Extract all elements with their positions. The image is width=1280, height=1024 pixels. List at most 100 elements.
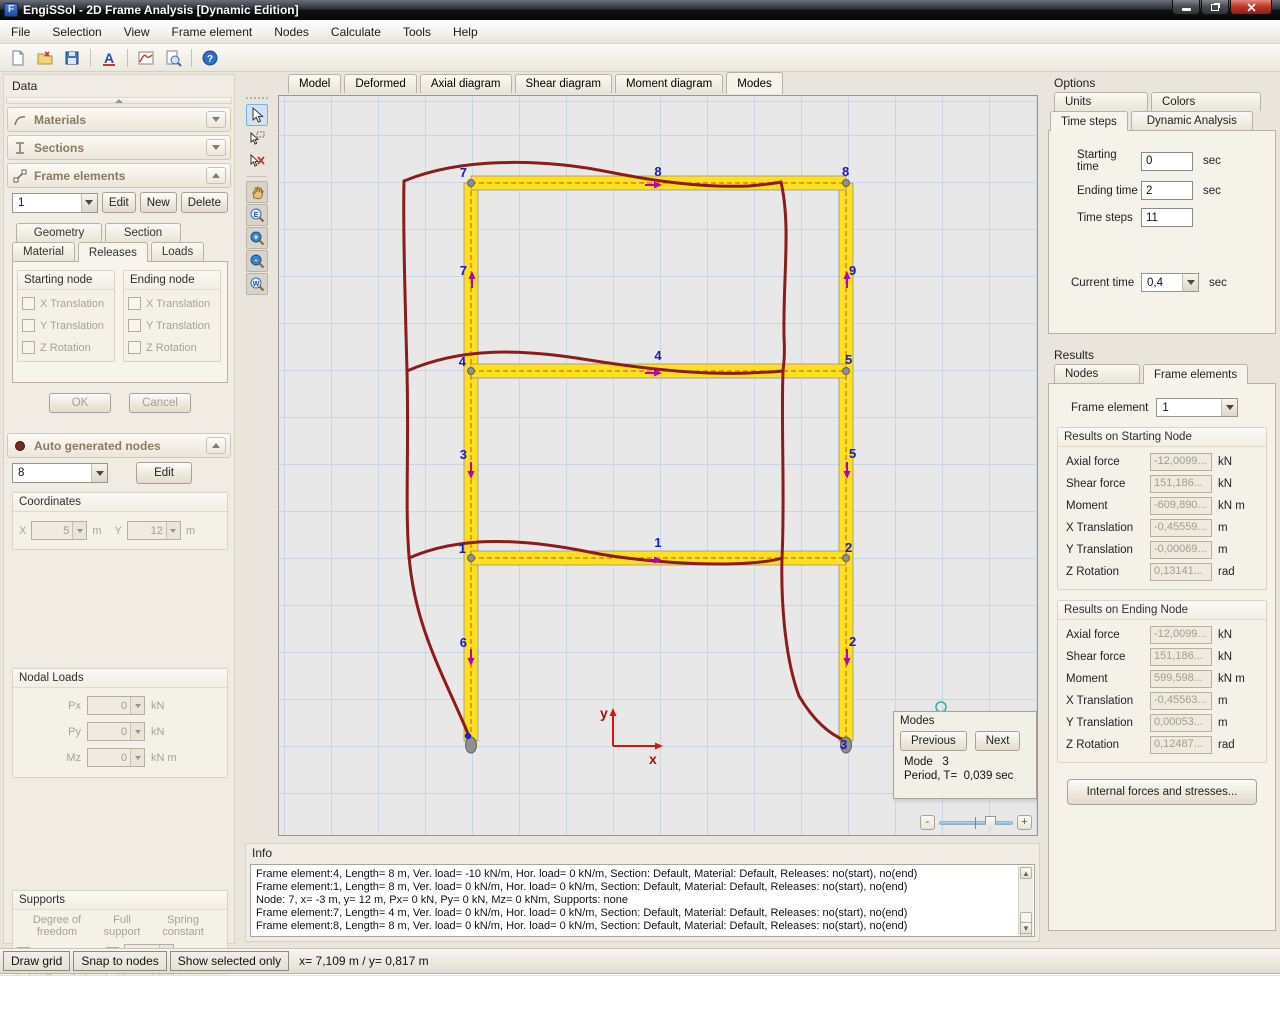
auto-nodes-expander[interactable]: Auto generated nodes [7, 433, 231, 458]
result-label: Z Rotation [1066, 739, 1150, 751]
tab-section[interactable]: Section [105, 223, 181, 242]
tab-frame-elements-results[interactable]: Frame elements [1143, 364, 1248, 384]
zoom-in-button[interactable]: + [246, 227, 268, 249]
zoom-decrease-button[interactable]: - [920, 815, 935, 830]
frame-element-select[interactable]: 1 [12, 193, 98, 213]
end-x-translation-checkbox[interactable] [128, 297, 141, 310]
zoom-slider-track[interactable] [939, 816, 1013, 830]
tab-model[interactable]: Model [288, 74, 341, 93]
open-file-button[interactable] [33, 46, 57, 70]
chart-button[interactable] [134, 46, 158, 70]
select-tool-button[interactable] [246, 104, 268, 126]
chevron-down-icon[interactable] [206, 139, 226, 156]
tab-material[interactable]: Material [12, 242, 75, 261]
preview-button[interactable] [161, 46, 185, 70]
end-y-translation-checkbox[interactable] [128, 319, 141, 332]
internal-forces-button[interactable]: Internal forces and stresses... [1067, 779, 1257, 805]
frame-delete-button[interactable]: Delete [181, 192, 228, 213]
tab-deformed[interactable]: Deformed [344, 74, 417, 93]
y-coord-unit: m [186, 525, 195, 537]
materials-expander[interactable]: Materials [7, 107, 231, 132]
chevron-up-icon[interactable] [206, 167, 226, 184]
chevron-up-icon[interactable] [206, 437, 226, 454]
ok-button[interactable]: OK [49, 393, 111, 413]
menu-view[interactable]: View [113, 21, 161, 43]
scroll-up-icon[interactable]: ▲ [1020, 867, 1032, 879]
end-z-rotation-checkbox[interactable] [128, 341, 141, 354]
save-button[interactable] [60, 46, 84, 70]
toolstrip-grip[interactable] [245, 95, 269, 103]
start-x-translation-checkbox[interactable] [22, 297, 35, 310]
next-mode-button[interactable]: Next [975, 731, 1021, 751]
current-time-select[interactable]: 0,4 [1141, 273, 1199, 292]
snap-to-nodes-toggle[interactable]: Snap to nodes [73, 951, 166, 971]
font-button[interactable]: A [97, 46, 121, 70]
result-frame-element-select[interactable]: 1 [1156, 398, 1238, 417]
info-scrollbar[interactable]: ▲ ▼ [1018, 866, 1033, 935]
zoom-in-icon: + [249, 230, 265, 246]
menu-tools[interactable]: Tools [392, 21, 442, 43]
info-textbox[interactable]: Frame element:4, Length= 8 m, Ver. load=… [250, 864, 1035, 937]
menu-nodes[interactable]: Nodes [263, 21, 320, 43]
model-canvas[interactable]: 7 8 8 4 4 5 1 1 2 7 9 3 5 6 2 3 [278, 95, 1038, 836]
tab-units[interactable]: Units [1054, 92, 1148, 111]
help-button[interactable]: ? [198, 46, 222, 70]
start-y-translation-checkbox[interactable] [22, 319, 35, 332]
frame-elements-expander[interactable]: Frame elements [7, 163, 231, 188]
zoom-extents-button[interactable]: E [246, 204, 268, 226]
y-coord-field[interactable]: 12 [127, 521, 181, 540]
pan-tool-button[interactable] [246, 181, 268, 203]
zoom-window-button[interactable]: W [246, 273, 268, 295]
previous-mode-button[interactable]: Previous [900, 731, 967, 751]
zoom-slider-thumb[interactable] [985, 816, 996, 830]
start-z-rotation-checkbox[interactable] [22, 341, 35, 354]
dropdown-arrow-icon [91, 464, 107, 482]
cancel-button[interactable]: Cancel [129, 393, 191, 413]
zoom-increase-button[interactable]: + [1017, 815, 1032, 830]
starting-node-title: Starting node [18, 271, 114, 290]
tab-loads[interactable]: Loads [151, 242, 204, 261]
menu-file[interactable]: File [0, 21, 41, 43]
py-label: Py [19, 726, 81, 738]
tab-shear-diagram[interactable]: Shear diagram [515, 74, 612, 93]
py-field[interactable]: 0 [87, 722, 145, 741]
ending-time-input[interactable] [1141, 181, 1193, 200]
menu-frame-element[interactable]: Frame element [161, 21, 264, 43]
rect-select-tool-button[interactable] [246, 127, 268, 149]
mz-field[interactable]: 0 [87, 748, 145, 767]
tab-time-steps[interactable]: Time steps [1050, 111, 1128, 131]
tab-geometry[interactable]: Geometry [16, 223, 102, 242]
menu-calculate[interactable]: Calculate [320, 21, 392, 43]
auto-node-select[interactable]: 8 [12, 463, 108, 483]
collapsed-splitter[interactable] [6, 97, 232, 104]
tab-moment-diagram[interactable]: Moment diagram [615, 74, 723, 93]
auto-node-edit-button[interactable]: Edit [136, 462, 192, 484]
restore-button[interactable] [1201, 0, 1229, 15]
sections-expander[interactable]: Sections [7, 135, 231, 160]
new-file-button[interactable] [6, 46, 30, 70]
show-selected-only-toggle[interactable]: Show selected only [170, 951, 289, 971]
tab-colors[interactable]: Colors [1151, 92, 1261, 111]
close-button[interactable] [1230, 0, 1272, 15]
zoom-out-button[interactable]: - [246, 250, 268, 272]
px-field[interactable]: 0 [87, 696, 145, 715]
scroll-down-icon[interactable]: ▼ [1020, 922, 1032, 934]
frame-edit-button[interactable]: Edit [102, 192, 136, 213]
minimize-button[interactable] [1172, 0, 1200, 15]
modes-floating-panel[interactable]: Modes Previous Next Mode 3 Period, T= 0,… [893, 711, 1037, 799]
time-steps-input[interactable] [1141, 208, 1193, 227]
deselect-tool-button[interactable] [246, 150, 268, 172]
x-coord-field[interactable]: 5 [31, 521, 87, 540]
chevron-down-icon[interactable] [206, 111, 226, 128]
title-bar[interactable]: F EngiSSol - 2D Frame Analysis [Dynamic … [0, 0, 1280, 20]
menu-help[interactable]: Help [442, 21, 489, 43]
tab-releases[interactable]: Releases [78, 242, 148, 262]
starting-time-input[interactable] [1141, 152, 1193, 171]
draw-grid-toggle[interactable]: Draw grid [3, 951, 70, 971]
tab-dynamic-analysis[interactable]: Dynamic Analysis [1131, 111, 1253, 130]
tab-nodes-results[interactable]: Nodes [1054, 364, 1140, 383]
menu-selection[interactable]: Selection [41, 21, 112, 43]
tab-axial-diagram[interactable]: Axial diagram [420, 74, 512, 93]
frame-new-button[interactable]: New [140, 192, 177, 213]
tab-modes[interactable]: Modes [726, 72, 783, 94]
